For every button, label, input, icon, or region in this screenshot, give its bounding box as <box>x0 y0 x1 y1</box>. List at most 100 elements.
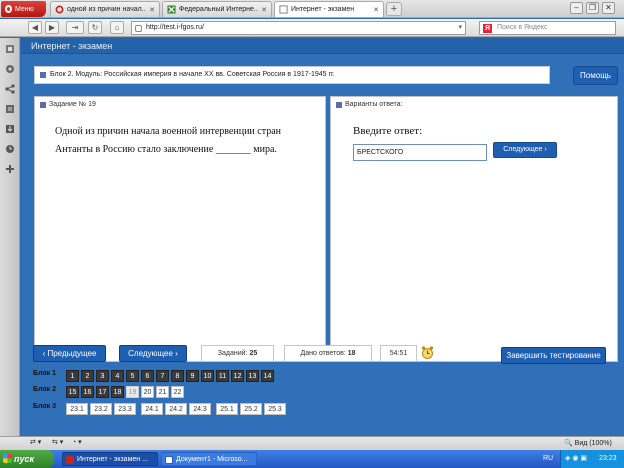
forward-button[interactable]: ▶ <box>45 21 59 34</box>
address-bar[interactable]: http://test.i-fgos.ru/ ▾ <box>131 21 466 35</box>
reload-button[interactable]: ↻ <box>88 21 102 34</box>
widgets-icon[interactable] <box>5 64 15 74</box>
close-tab-icon[interactable]: ✕ <box>373 6 379 14</box>
navigation-bar: ◀ ▶ ⇥ ↻ ⌂ http://test.i-fgos.ru/ ▾ Я Пои… <box>0 19 624 37</box>
language-indicator[interactable]: RU <box>543 455 553 462</box>
task-cell[interactable]: 23.3 <box>114 403 136 415</box>
exam-page: Интернет - экзамен Блок 2. Модуль: Росси… <box>21 38 624 436</box>
search-placeholder: Поиск в Яндекс <box>497 24 548 31</box>
task-cell[interactable]: 11 <box>216 370 229 382</box>
page-title: Интернет - экзамен <box>21 38 624 54</box>
back-button[interactable]: ◀ <box>28 21 42 34</box>
tab-title: Интернет - экзамен <box>291 6 355 13</box>
task-cell[interactable]: 24.3 <box>189 403 211 415</box>
task-cell[interactable]: 8 <box>171 370 184 382</box>
task-cell[interactable]: 25.2 <box>240 403 262 415</box>
task-cell[interactable]: 1 <box>66 370 79 382</box>
bullet-square-icon <box>336 102 342 108</box>
task-cell[interactable]: 25.1 <box>216 403 238 415</box>
task-cell[interactable]: 5 <box>126 370 139 382</box>
close-window-button[interactable]: ✕ <box>602 2 615 14</box>
help-button[interactable]: Помощь <box>573 66 618 85</box>
chevron-right-icon: › <box>544 146 547 153</box>
new-tab-button[interactable]: + <box>386 2 402 16</box>
task-cell[interactable]: 17 <box>96 386 109 398</box>
task-cell[interactable]: 2 <box>81 370 94 382</box>
minimize-button[interactable]: – <box>570 2 583 14</box>
tasks-count: 25 <box>249 350 258 357</box>
close-tab-icon[interactable]: ✕ <box>261 6 267 14</box>
next-button[interactable]: Следующее › <box>119 345 187 362</box>
opera-task-icon <box>66 456 74 464</box>
page-info-icon <box>135 25 142 32</box>
task-cell[interactable]: 9 <box>186 370 199 382</box>
tasks-counter: Заданий: 25 <box>201 345 274 362</box>
bookmarks-icon[interactable] <box>5 44 15 54</box>
task-cell[interactable]: 7 <box>156 370 169 382</box>
task-cell[interactable]: 22 <box>171 386 184 398</box>
fast-forward-button[interactable]: ⇥ <box>66 21 84 34</box>
task-cell[interactable]: 24.1 <box>141 403 163 415</box>
task-cell[interactable]: 13 <box>246 370 259 382</box>
next-answer-button[interactable]: Следующее › <box>493 142 557 158</box>
task-cell[interactable]: 19 <box>126 386 139 398</box>
block-info-text: Блок 2. Модуль: Российская империя в нач… <box>50 71 335 78</box>
task-cell[interactable]: 6 <box>141 370 154 382</box>
task-cell[interactable]: 23.1 <box>66 403 88 415</box>
panel-toggle-icon[interactable]: ⇄ ▾ <box>30 438 41 446</box>
previous-button[interactable]: ‹ Предыдущее <box>33 345 106 362</box>
restore-button[interactable]: ❐ <box>586 2 599 14</box>
add-panel-icon[interactable] <box>5 164 15 174</box>
task-cell[interactable]: 18 <box>111 386 124 398</box>
bullet-square-icon <box>40 102 46 108</box>
search-input[interactable]: Я Поиск в Яндекс <box>479 21 616 35</box>
tray-icons[interactable]: ◈ ◉ ▣ <box>565 450 587 468</box>
task-cell[interactable]: 10 <box>201 370 214 382</box>
task-cell[interactable]: 24.2 <box>165 403 187 415</box>
zoom-level: Вид (100%) <box>574 440 612 447</box>
task-title: Интернет - экзамен ... <box>77 456 148 463</box>
task-cell[interactable]: 3 <box>96 370 109 382</box>
task-cell[interactable]: 20 <box>141 386 154 398</box>
task-cell[interactable]: 21 <box>156 386 169 398</box>
opera-menu-button[interactable]: Меню <box>1 1 46 17</box>
home-button[interactable]: ⌂ <box>110 21 124 34</box>
taskbar-item-word[interactable]: Документ1 - Microso... <box>161 452 257 466</box>
notes-icon[interactable] <box>5 104 15 114</box>
task-cell[interactable]: 15 <box>66 386 79 398</box>
chevron-right-icon: › <box>175 349 178 358</box>
taskbar-item-browser[interactable]: Интернет - экзамен ... <box>62 452 158 466</box>
question-number: Задание № 19 <box>49 101 96 108</box>
tab-question-search[interactable]: одной из причин начал... ✕ <box>50 1 160 17</box>
answers-title: Варианты ответа: <box>345 101 403 108</box>
bullet-square-icon <box>40 72 46 78</box>
answered-counter: Дано ответов: 18 <box>284 345 372 362</box>
tab-exam[interactable]: Интернет - экзамен ✕ <box>274 1 384 17</box>
downloads-icon[interactable] <box>5 124 15 134</box>
speed-icon[interactable]: ◔ ▾ <box>72 438 82 446</box>
start-button[interactable]: пуск <box>0 450 54 468</box>
close-tab-icon[interactable]: ✕ <box>149 6 155 14</box>
task-cell[interactable]: 12 <box>231 370 244 382</box>
task-cell[interactable]: 23.2 <box>90 403 112 415</box>
task-cell[interactable]: 4 <box>111 370 124 382</box>
opera-logo-icon <box>5 5 12 13</box>
sync-icon[interactable]: ⇆ ▾ <box>52 438 63 446</box>
tasks-label: Заданий: <box>217 350 248 357</box>
task-cell[interactable]: 25.3 <box>264 403 286 415</box>
finish-test-button[interactable]: Завершить тестирование <box>501 347 606 364</box>
tab-federal[interactable]: Федеральный Интерне... ✕ <box>162 1 272 17</box>
chevron-left-icon: ‹ <box>42 349 46 358</box>
task-cell[interactable]: 14 <box>261 370 274 382</box>
system-tray: ◈ ◉ ▣ 23:23 <box>560 450 624 468</box>
share-icon[interactable] <box>5 84 15 94</box>
timer: 54:51 <box>380 345 417 362</box>
answer-input[interactable] <box>353 144 487 161</box>
task-title: Документ1 - Microso... <box>176 456 248 463</box>
chevron-down-icon[interactable]: ▾ <box>458 22 462 34</box>
next-answer-label: Следующее <box>503 146 543 153</box>
zoom-indicator[interactable]: 🔍 Вид (100%) <box>564 439 612 447</box>
site-favicon-icon <box>167 5 176 14</box>
task-cell[interactable]: 16 <box>81 386 94 398</box>
history-icon[interactable] <box>5 144 15 154</box>
